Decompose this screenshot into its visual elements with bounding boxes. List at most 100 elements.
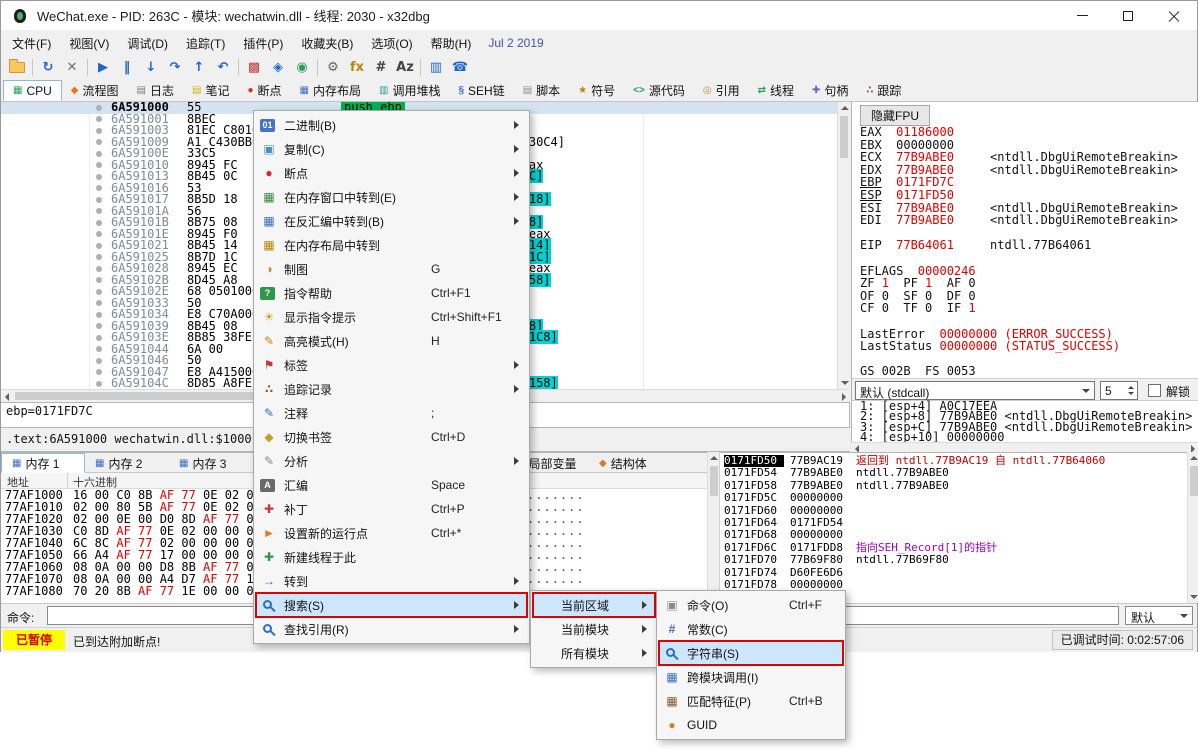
breakpoint-dot[interactable] <box>96 300 102 306</box>
close-debuggee-icon[interactable]: ✕ <box>60 56 84 78</box>
phone-icon[interactable]: ☎ <box>448 56 472 78</box>
menubar-item[interactable]: 追踪(T) <box>177 32 234 55</box>
breakpoint-dot[interactable] <box>96 289 102 295</box>
command-profile-select[interactable]: 默认 <box>1125 606 1193 625</box>
step-into-icon[interactable]: ↓ <box>139 56 163 78</box>
breakpoint-dot[interactable] <box>96 381 102 387</box>
register-line[interactable]: GS 002B FS 0053 <box>860 365 1197 378</box>
scroll-down-arrow-icon[interactable] <box>1190 595 1198 599</box>
pause-icon[interactable]: ‖ <box>115 56 139 78</box>
graph-icon[interactable]: ◉ <box>290 56 314 78</box>
breakpoint-dot[interactable] <box>96 254 102 260</box>
menu-item-breakpoint[interactable]: ●断点 <box>256 161 527 185</box>
menu-item-goto[interactable]: →转到 <box>256 569 527 593</box>
scroll-up-arrow-icon[interactable] <box>1190 456 1198 460</box>
unlock-checkbox[interactable] <box>1148 384 1161 397</box>
calling-convention-select[interactable]: 默认 (stdcall) <box>855 381 1095 400</box>
tab-script[interactable]: ▤脚本 <box>514 80 569 101</box>
menu-item-comment[interactable]: ✎注释; <box>256 401 527 425</box>
menubar-item[interactable]: 选项(O) <box>362 32 421 55</box>
scroll-up-arrow-icon[interactable] <box>710 456 718 460</box>
tab-symbols[interactable]: ★符号 <box>569 80 624 101</box>
menu-item-binary[interactable]: 01二进制(B) <box>256 113 527 137</box>
breakpoint-dot[interactable] <box>96 266 102 272</box>
breakpoint-dot[interactable] <box>96 369 102 375</box>
tab-log[interactable]: ▤日志 <box>128 80 183 101</box>
tab-source[interactable]: <>源代码 <box>624 80 694 101</box>
menu-item-instruction-help[interactable]: ?指令帮助Ctrl+F1 <box>256 281 527 305</box>
close-button[interactable] <box>1151 1 1197 31</box>
scroll-right-arrow-icon[interactable] <box>842 393 846 401</box>
breakpoint-dot[interactable] <box>96 128 102 134</box>
breakpoint-dot[interactable] <box>96 323 102 329</box>
settings-icon[interactable]: ⚙ <box>321 56 345 78</box>
breakpoint-dot[interactable] <box>96 105 102 111</box>
dump-vscrollbar[interactable] <box>707 452 719 603</box>
run-icon[interactable]: ▶ <box>91 56 115 78</box>
register-line[interactable]: EDI 77B9ABE0 <ntdll.DbgUiRemoteBreakin> <box>860 214 1197 227</box>
submenu-item-guid[interactable]: ●GUID <box>659 713 843 737</box>
menu-item-follow-in-disassembler[interactable]: ▦在反汇编中转到(B) <box>256 209 527 233</box>
breakpoint-dot[interactable] <box>96 185 102 191</box>
breakpoint-dot[interactable] <box>96 197 102 203</box>
breakpoint-dot[interactable] <box>96 312 102 318</box>
submenu-item-intermodular-calls[interactable]: ▦跨模块调用(I) <box>659 665 843 689</box>
menu-item-label[interactable]: ⚑标签 <box>256 353 527 377</box>
menu-item-follow-in-memory-window[interactable]: ▦在内存窗口中转到(E) <box>256 185 527 209</box>
registers-hscrollbar[interactable] <box>851 442 1198 452</box>
execute-till-return-icon[interactable]: ↑ <box>187 56 211 78</box>
breakpoint-dot[interactable] <box>96 162 102 168</box>
breakpoint-dot[interactable] <box>96 346 102 352</box>
stack-row[interactable]: 0171FD5C00000000 <box>720 492 1187 504</box>
menu-item-set-new-origin[interactable]: ►设置新的运行点Ctrl+* <box>256 521 527 545</box>
spin-down-icon[interactable] <box>1128 392 1134 395</box>
trace-icon[interactable]: ◈ <box>266 56 290 78</box>
menubar-item[interactable]: 文件(F) <box>3 32 60 55</box>
submenu-item-constant[interactable]: #常数(C) <box>659 617 843 641</box>
menubar-item[interactable]: 视图(V) <box>60 32 118 55</box>
step-over-icon[interactable]: ↷ <box>163 56 187 78</box>
breakpoint-dot[interactable] <box>96 277 102 283</box>
menu-item-patch[interactable]: ✚补丁Ctrl+P <box>256 497 527 521</box>
menu-item-highlighting-mode[interactable]: ✎高亮模式(H)H <box>256 329 527 353</box>
tab-threads[interactable]: ⇄线程 <box>749 80 803 101</box>
spin-up-icon[interactable] <box>1128 386 1134 389</box>
menu-item-find-references[interactable]: 查找引用(R) <box>256 617 527 641</box>
breakpoint-dot[interactable] <box>96 139 102 145</box>
tab-cpu[interactable]: ▦CPU <box>3 80 62 101</box>
stack-row[interactable]: 0171FD6800000000 <box>720 529 1187 541</box>
breakpoint-dot[interactable] <box>96 151 102 157</box>
tab-graph[interactable]: ◆流程图 <box>62 80 128 101</box>
register-line[interactable]: EIP 77B64061 ntdll.77B64061 <box>860 239 1197 252</box>
tab-references[interactable]: ◎引用 <box>694 80 749 101</box>
maximize-button[interactable] <box>1105 1 1151 31</box>
scroll-down-arrow-icon[interactable] <box>841 381 849 385</box>
tab-seh[interactable]: §SEH链 <box>449 80 513 101</box>
menu-item-follow-in-memory-map[interactable]: ▦在内存布局中转到 <box>256 233 527 257</box>
submenu-item-current-module[interactable]: 当前模块 <box>533 617 655 641</box>
breakpoint-dot[interactable] <box>96 220 102 226</box>
menu-item-copy[interactable]: ▣复制(C) <box>256 137 527 161</box>
breakpoint-dot[interactable] <box>96 208 102 214</box>
scroll-left-arrow-icon[interactable] <box>5 393 9 401</box>
font-icon[interactable]: Az <box>393 56 417 78</box>
menubar-item[interactable]: 帮助(H) <box>422 32 481 55</box>
menubar-item[interactable]: 调试(D) <box>118 32 177 55</box>
tab-notes[interactable]: ▤笔记 <box>183 80 238 101</box>
menu-item-graph[interactable]: ◑制图G <box>256 257 527 281</box>
menu-item-trace-record[interactable]: ∴追踪记录 <box>256 377 527 401</box>
disassembly-vscrollbar[interactable] <box>837 102 850 389</box>
menu-item-show-mnemonic-brief[interactable]: ☀显示指令提示Ctrl+Shift+F1 <box>256 305 527 329</box>
stack-row[interactable]: 0171FD7077B69F80ntdll.77B69F80 <box>720 554 1187 566</box>
dump-tab-struct[interactable]: ◆结构体 <box>589 453 673 473</box>
patches-icon[interactable]: ▩ <box>242 56 266 78</box>
scroll-up-arrow-icon[interactable] <box>841 106 849 110</box>
submenu-item-pattern[interactable]: ▦匹配特征(P)Ctrl+B <box>659 689 843 713</box>
breakpoint-dot[interactable] <box>96 174 102 180</box>
calculator-icon[interactable]: fx <box>345 56 369 78</box>
stack-vscrollbar[interactable] <box>1187 452 1198 603</box>
restart-icon[interactable]: ↻ <box>36 56 60 78</box>
menubar-item[interactable]: 插件(P) <box>234 32 292 55</box>
hash-icon[interactable]: # <box>369 56 393 78</box>
submenu-item-current-region[interactable]: 当前区域 <box>533 593 655 617</box>
